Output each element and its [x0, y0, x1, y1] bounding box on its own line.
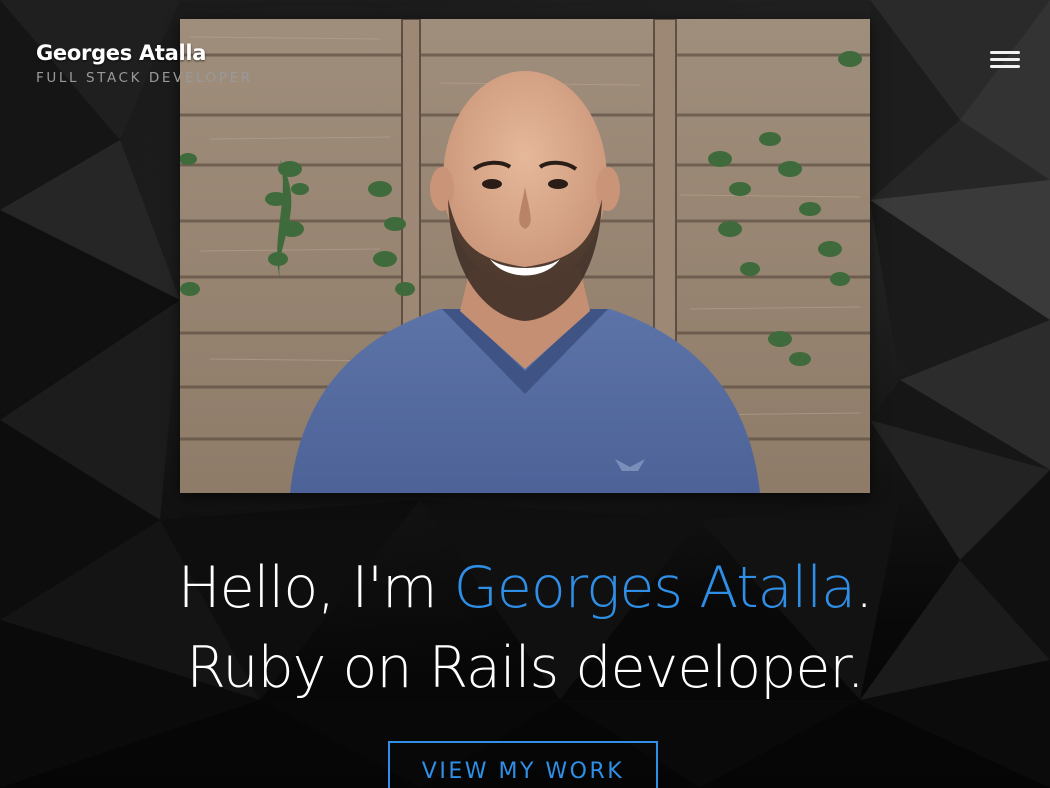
hero-greeting: Hello, I'm Georges Atalla.	[0, 548, 1050, 628]
greeting-prefix: Hello, I'm	[177, 555, 454, 621]
profile-photo	[180, 19, 870, 493]
hamburger-menu-icon[interactable]	[990, 48, 1020, 74]
hero-role: Ruby on Rails developer.	[186, 635, 864, 701]
page: Georges Atalla FULL STACK DEVELOPER Hell…	[0, 0, 1050, 788]
menu-bar-middle	[990, 58, 1020, 61]
menu-bar-bottom	[990, 65, 1020, 68]
hero-name-highlight: Georges Atalla	[453, 555, 857, 621]
hero-text: Hello, I'm Georges Atalla. Ruby on Rails…	[0, 548, 1050, 708]
brand-name[interactable]: Georges Atalla	[36, 38, 253, 68]
brand[interactable]: Georges Atalla FULL STACK DEVELOPER	[36, 38, 253, 87]
greeting-suffix: .	[855, 555, 873, 621]
view-my-work-button[interactable]: VIEW MY WORK	[388, 741, 658, 788]
brand-subtitle: FULL STACK DEVELOPER	[36, 70, 253, 86]
menu-bar-top	[990, 51, 1020, 54]
profile-photo-illustration	[180, 19, 870, 493]
